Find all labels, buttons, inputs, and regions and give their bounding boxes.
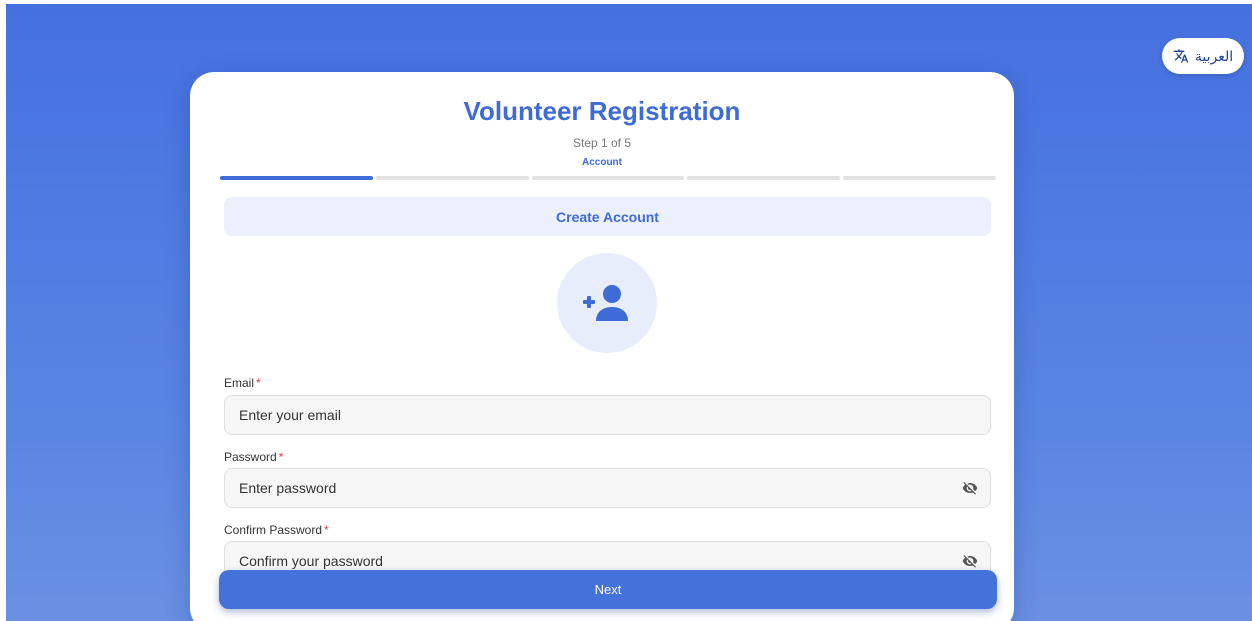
person-add-icon	[583, 285, 628, 321]
progress-segment	[531, 176, 685, 180]
step-indicator: Step 1 of 5	[572, 136, 632, 150]
email-label-text: Email	[224, 376, 255, 390]
next-button[interactable]: Next	[219, 570, 997, 609]
email-label: Email *	[224, 376, 261, 390]
avatar	[557, 253, 657, 353]
password-label: Password *	[224, 450, 283, 464]
registration-card: Volunteer Registration Step 1 of 5 Accou…	[190, 72, 1014, 621]
language-toggle-label: العربية	[1194, 47, 1234, 64]
required-marker: *	[256, 376, 261, 390]
progress-segment	[375, 176, 529, 180]
section-header: Create Account	[224, 197, 991, 236]
password-label-text: Password	[224, 450, 277, 464]
required-marker: *	[278, 450, 284, 464]
password-field[interactable]	[224, 468, 991, 508]
language-toggle-button[interactable]: العربية	[1162, 38, 1244, 74]
progress-segment	[843, 176, 996, 180]
required-marker: *	[324, 523, 329, 537]
progress-segment	[220, 176, 373, 180]
confirm-password-label: Confirm Password *	[224, 523, 329, 537]
translate-icon	[1173, 49, 1189, 63]
step-name: Account	[582, 157, 622, 168]
toggle-confirm-password-visibility-button[interactable]	[960, 551, 980, 571]
eye-off-icon	[962, 555, 978, 568]
email-field[interactable]	[224, 395, 991, 435]
page-title: Volunteer Registration	[463, 96, 741, 126]
progress-segment	[687, 176, 841, 180]
confirm-password-label-text: Confirm Password	[224, 523, 323, 537]
toggle-password-visibility-button[interactable]	[960, 478, 980, 498]
eye-off-icon	[962, 482, 978, 495]
step-progress-bar	[220, 176, 996, 180]
